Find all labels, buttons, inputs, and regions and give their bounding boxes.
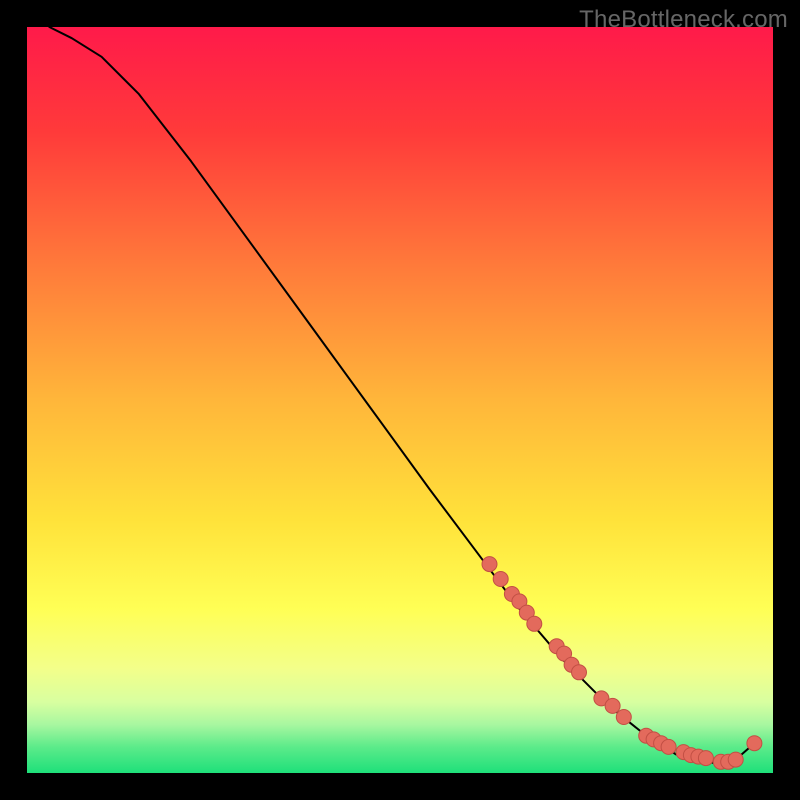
marker-dot (747, 736, 762, 751)
marker-dot (527, 616, 542, 631)
marker-dot (572, 665, 587, 680)
marker-dot (616, 710, 631, 725)
marker-dot (728, 752, 743, 767)
watermark-text: TheBottleneck.com (579, 6, 788, 34)
chart-frame: TheBottleneck.com (0, 0, 800, 800)
marker-dot (493, 572, 508, 587)
marker-dot (661, 739, 676, 754)
marker-dot (605, 698, 620, 713)
marker-dot (698, 751, 713, 766)
marker-dot (482, 557, 497, 572)
chart-svg (0, 0, 800, 800)
plot-background (27, 27, 773, 773)
